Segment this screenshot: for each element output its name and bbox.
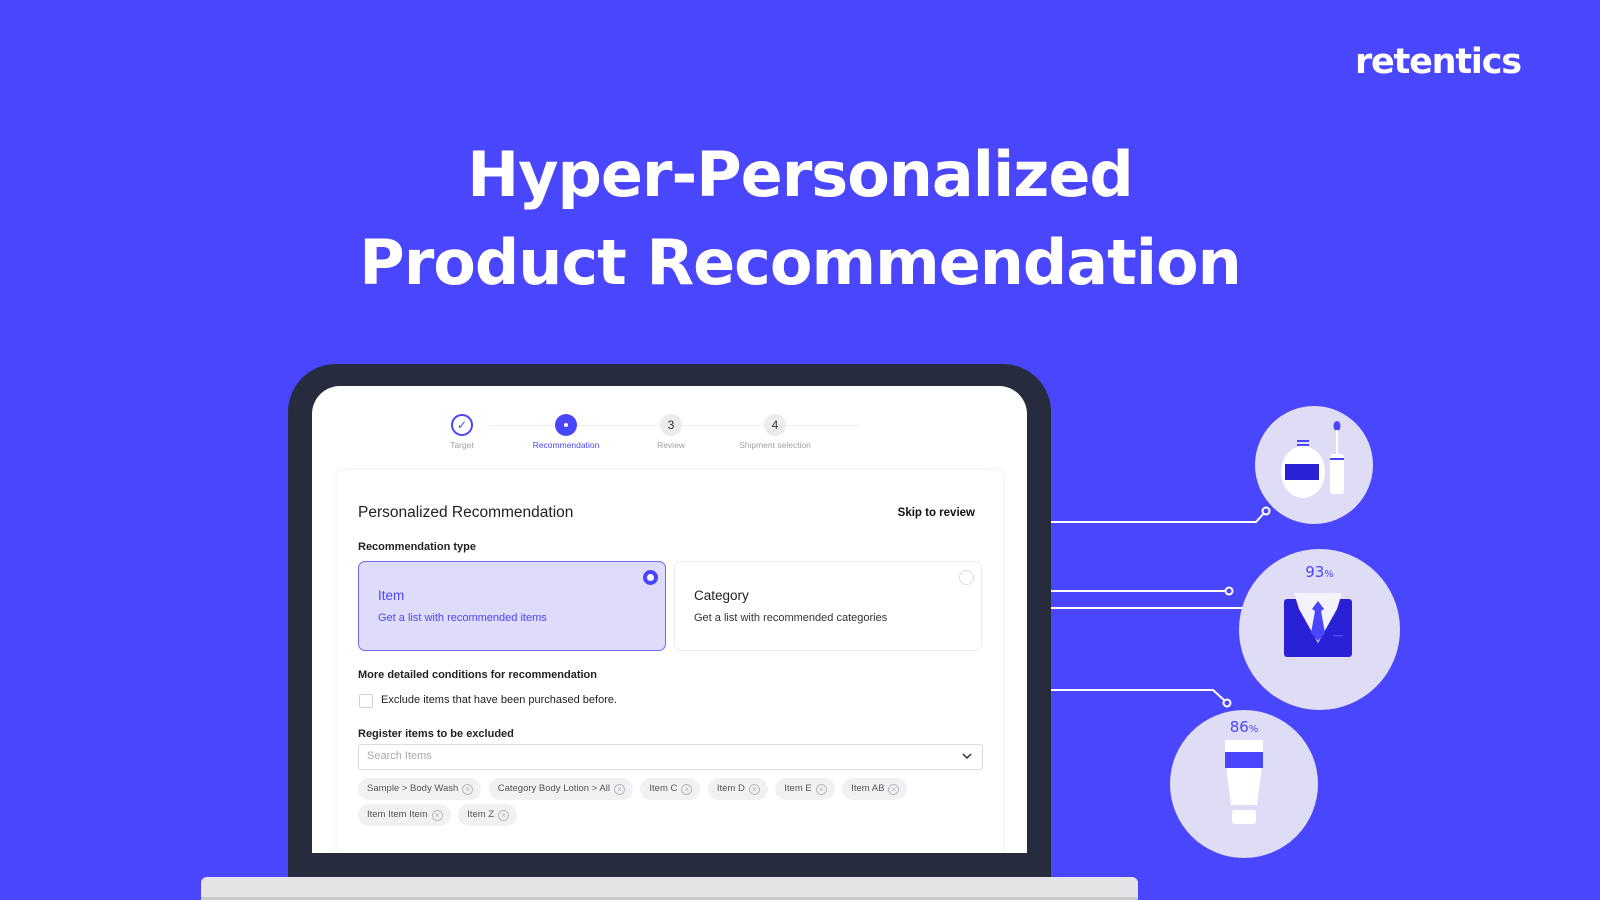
option-description: Get a list with recommended items — [378, 612, 547, 624]
radio-selected-icon[interactable] — [643, 570, 658, 585]
card-title: Personalized Recommendation — [358, 504, 574, 521]
step-review[interactable]: 3 Review — [616, 414, 726, 450]
excluded-tag: Item Item Item × — [358, 804, 451, 826]
search-items-select[interactable] — [358, 744, 983, 770]
option-title: Category — [694, 588, 749, 603]
laptop-screen: ✓ Target Recommendation 3 Review 4 Shipm… — [312, 386, 1027, 853]
excluded-tag: Item C × — [640, 778, 701, 800]
remove-tag-icon[interactable]: × — [815, 784, 827, 795]
option-category[interactable]: Category Get a list with recommended cat… — [674, 561, 982, 651]
excluded-items-label: Register items to be excluded — [358, 728, 514, 740]
laptop-base — [201, 877, 1138, 900]
remove-tag-icon[interactable]: × — [462, 784, 474, 795]
step-label: Recommendation — [532, 440, 600, 450]
suit-icon — [1284, 593, 1352, 657]
option-item[interactable]: Item Get a list with recommended items — [358, 561, 666, 651]
lotion-tube-icon — [1225, 740, 1263, 824]
excluded-tag: Item E × — [775, 778, 835, 800]
active-step-dot-icon — [555, 414, 577, 436]
connector-line-4 — [1051, 689, 1225, 701]
excluded-items-tags: Sample > Body Wash × Category Body Lotion… — [358, 778, 983, 830]
recommendation-type-label: Recommendation type — [358, 541, 476, 553]
step-label: Review — [657, 440, 685, 450]
tag-label: Item AB — [851, 783, 885, 794]
tag-label: Sample > Body Wash — [367, 783, 459, 794]
step-target[interactable]: ✓ Target — [407, 414, 517, 450]
remove-tag-icon[interactable]: × — [681, 784, 693, 795]
option-description: Get a list with recommended categories — [694, 612, 888, 624]
lotion-bubble: 86% — [1170, 710, 1318, 858]
tag-label: Item Z — [467, 809, 495, 820]
tag-label: Item E — [784, 783, 812, 794]
cosmetics-icon — [1281, 421, 1344, 498]
tag-label: Item Item Item — [367, 809, 428, 820]
excluded-tag: Sample > Body Wash × — [358, 778, 482, 800]
radio-unselected-icon[interactable] — [959, 570, 974, 585]
connector-line-1 — [1051, 512, 1265, 523]
step-label: Target — [450, 440, 474, 450]
remove-tag-icon[interactable]: × — [888, 784, 900, 795]
tag-label: Item D — [716, 783, 745, 794]
search-items-input[interactable] — [367, 750, 927, 762]
excluded-tag: Category Body Lotion > All × — [488, 778, 633, 800]
step-label: Shipment selection — [739, 440, 811, 450]
cosmetics-bubble — [1255, 406, 1373, 524]
exclude-purchased-checkbox[interactable] — [359, 694, 373, 708]
headline-line-1: Hyper-Personalized — [467, 138, 1134, 211]
remove-tag-icon[interactable]: × — [431, 810, 443, 821]
headline-line-2: Product Recommendation — [359, 226, 1241, 299]
exclude-purchased-label: Exclude items that have been purchased b… — [381, 694, 618, 706]
chevron-down-icon[interactable] — [961, 750, 973, 762]
remove-tag-icon[interactable]: × — [748, 784, 760, 795]
suit-bubble: 93% — [1239, 549, 1400, 710]
tag-label: Item C — [649, 783, 678, 794]
progress-stepper: ✓ Target Recommendation 3 Review 4 Shipm… — [450, 414, 882, 454]
excluded-tag: Item Z × — [458, 804, 518, 826]
retentics-logo: retentics — [1355, 42, 1522, 82]
step-number: 4 — [764, 414, 786, 436]
excluded-tag: Item D × — [707, 778, 768, 800]
connector-node-4 — [1222, 698, 1232, 708]
step-number: 3 — [660, 414, 682, 436]
step-recommendation[interactable]: Recommendation — [511, 414, 621, 450]
remove-tag-icon[interactable]: × — [498, 810, 510, 821]
skip-to-review-button[interactable]: Skip to review — [898, 507, 975, 519]
step-shipment-selection[interactable]: 4 Shipment selection — [720, 414, 830, 450]
conditions-label: More detailed conditions for recommendat… — [358, 669, 597, 681]
check-icon: ✓ — [451, 414, 473, 436]
tag-label: Category Body Lotion > All — [497, 783, 610, 794]
recommendation-card: Personalized Recommendation Skip to revi… — [337, 470, 1003, 853]
option-title: Item — [378, 588, 405, 603]
connector-node-2 — [1224, 586, 1234, 596]
remove-tag-icon[interactable]: × — [613, 784, 625, 795]
excluded-tag: Item AB × — [842, 778, 908, 800]
